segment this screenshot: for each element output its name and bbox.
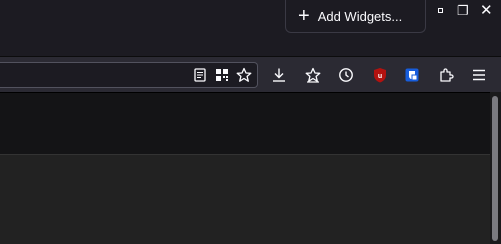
add-widgets-label: Add Widgets... (317, 8, 403, 24)
page-content-area (0, 154, 490, 244)
scrollbar-thumb[interactable] (492, 96, 498, 241)
downloads-icon[interactable] (268, 64, 290, 86)
minimize-button[interactable] (438, 8, 443, 13)
reader-view-icon[interactable] (189, 64, 211, 86)
navigation-toolbar: u 2 (0, 56, 501, 128)
ublock-icon[interactable]: u (369, 64, 391, 86)
history-icon[interactable] (335, 64, 357, 86)
puzzle-icon[interactable] (435, 64, 457, 86)
add-widgets-button[interactable]: + Add Widgets... (285, 0, 426, 33)
page-header-area (0, 92, 490, 154)
extensions-star-icon[interactable] (302, 64, 324, 86)
qr-code-icon[interactable] (211, 64, 233, 86)
close-button[interactable]: ✕ (480, 1, 493, 19)
title-bar: + Add Widgets... ❐ ✕ (0, 0, 501, 56)
menu-icon[interactable] (468, 64, 490, 86)
vertical-scrollbar[interactable] (490, 92, 501, 244)
bitwarden-icon[interactable] (401, 64, 423, 86)
plus-icon: + (298, 5, 310, 27)
bookmark-star-icon[interactable] (233, 64, 255, 86)
restore-button[interactable]: ❐ (457, 3, 469, 19)
svg-text:u: u (378, 73, 382, 80)
